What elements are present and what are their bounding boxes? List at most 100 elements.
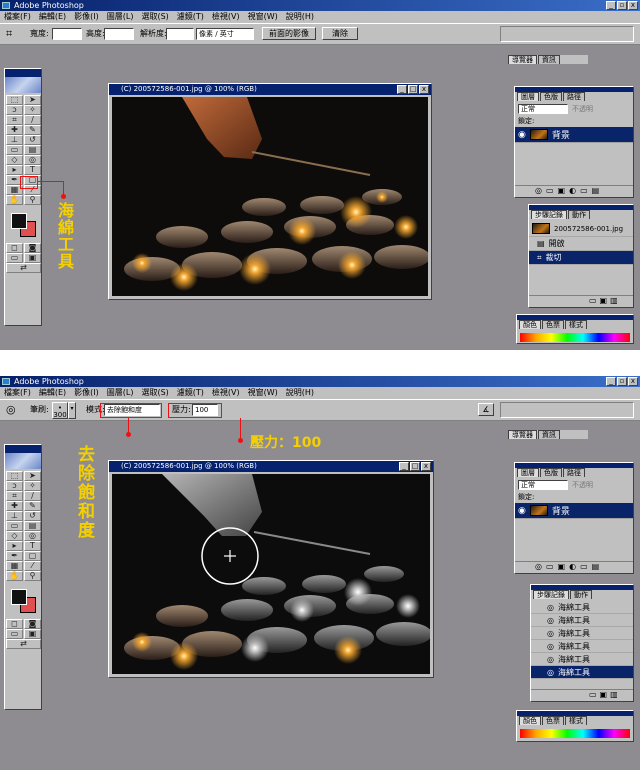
restore-button[interactable]: ▫ [617,1,627,10]
history-step[interactable]: ◎ 海綿工具 [531,627,633,640]
history-step[interactable]: ▤ 開啟 [529,237,633,251]
blend-mode-select[interactable]: 正常 [518,480,568,490]
path-select-icon[interactable]: ▸ [6,165,23,175]
doc-maximize-button[interactable]: □ [408,85,418,94]
eye-icon[interactable]: ◉ [518,130,526,140]
history-step[interactable]: ◎ 海綿工具 [531,640,633,653]
candle-photo[interactable] [112,97,428,296]
tab-history[interactable]: 步驟記錄 [533,590,569,599]
front-image-button[interactable]: 前面的影像 [262,27,316,40]
tab-actions[interactable]: 動作 [570,590,592,599]
layer-row[interactable]: ◉ 背景 [515,503,633,519]
tab-swatches[interactable]: 色票 [542,716,564,725]
slice-tool-icon[interactable]: ∕ [24,115,41,125]
stamp-tool-icon[interactable]: ⊥ [6,511,23,521]
color-ramp[interactable] [520,333,630,342]
menu-select[interactable]: 選取(S) [141,387,168,399]
history-actions-bar[interactable]: ▭▣▥ [529,295,633,307]
blur-tool-icon[interactable]: ◇ [6,155,23,165]
magic-wand-icon[interactable]: ✧ [24,105,41,115]
eraser-tool-icon[interactable]: ▭ [6,145,23,155]
menu-file[interactable]: 檔案(F) [4,387,31,399]
sponge-tool-icon[interactable]: ◎ [24,531,41,541]
tab-layers[interactable]: 圖層 [517,92,539,101]
tab-color[interactable]: 顏色 [519,716,541,725]
foreground-color[interactable] [11,589,27,605]
tab-navigator[interactable]: 導覽器 [508,55,537,64]
sponge-tool-icon[interactable]: ◎ [24,155,41,165]
brush-preset-picker[interactable]: • 300 [52,402,68,419]
menu-filter[interactable]: 濾鏡(T) [177,11,204,23]
jump-to-imageready-icon[interactable]: ⇄ [6,639,41,649]
menu-image[interactable]: 影像(I) [74,387,99,399]
quickmask-mode-icon[interactable]: ◙ [24,619,41,629]
menu-window[interactable]: 視窗(W) [248,387,278,399]
magic-wand-icon[interactable]: ✧ [24,481,41,491]
history-step[interactable]: ◎ 海綿工具 [531,653,633,666]
fullscreen-mode-icon[interactable]: ▣ [24,253,41,263]
zoom-tool-icon[interactable]: ⚲ [24,195,41,205]
fullscreen-mode-icon[interactable]: ▣ [24,629,41,639]
menu-select[interactable]: 選取(S) [141,11,168,23]
tab-channels[interactable]: 色版 [540,92,562,101]
tab-history[interactable]: 步驟記錄 [531,210,567,219]
unit-select[interactable]: 像素 / 英寸 [196,28,254,40]
quickmask-mode-icon[interactable]: ◙ [24,243,41,253]
tab-channels[interactable]: 色版 [540,468,562,477]
marquee-tool-icon[interactable]: ⬚ [6,471,23,481]
lasso-tool-icon[interactable]: ↄ [6,105,23,115]
close-button[interactable]: x [628,1,638,10]
doc-close-button[interactable]: x [421,462,431,471]
type-tool-icon[interactable]: T [24,541,41,551]
tab-styles[interactable]: 樣式 [565,716,587,725]
gradient-tool-icon[interactable]: ▤ [24,145,41,155]
doc-minimize-button[interactable]: _ [399,462,409,471]
color-ramp[interactable] [520,729,630,738]
clear-button[interactable]: 清除 [322,27,358,40]
hand-tool-icon[interactable]: ✋ [6,195,23,205]
blend-mode-select[interactable]: 正常 [518,104,568,114]
menu-layer[interactable]: 圖層(L) [107,387,134,399]
airbrush-icon[interactable]: ∡ [478,403,494,416]
eraser-tool-icon[interactable]: ▭ [6,521,23,531]
history-actions-bar[interactable]: ▭▣▥ [531,689,633,701]
doc-close-button[interactable]: x [419,85,429,94]
restore-button[interactable]: ▫ [617,377,627,386]
layer-actions-bar[interactable]: ◎▭▣◐▭▤ [515,561,633,573]
marquee-tool-icon[interactable]: ⬚ [6,95,23,105]
menu-edit[interactable]: 編輯(E) [39,387,66,399]
history-step[interactable]: ⌗ 裁切 [529,251,633,265]
color-swatches[interactable] [7,586,39,616]
history-brush-icon[interactable]: ↺ [24,511,41,521]
menu-edit[interactable]: 編輯(E) [39,11,66,23]
tab-swatches[interactable]: 色票 [542,320,564,329]
move-tool-icon[interactable]: ➤ [24,471,41,481]
gradient-tool-icon[interactable]: ▤ [24,521,41,531]
candle-photo[interactable] [112,474,430,674]
menu-help[interactable]: 說明(H) [286,387,314,399]
history-step[interactable]: ◎ 海綿工具 [531,614,633,627]
hand-tool-icon[interactable]: ✋ [6,571,23,581]
type-tool-icon[interactable]: T [24,165,41,175]
slice-tool-icon[interactable]: ∕ [24,491,41,501]
sponge-icon[interactable]: ◎ [6,404,16,416]
zoom-tool-icon[interactable]: ⚲ [24,571,41,581]
lasso-tool-icon[interactable]: ↄ [6,481,23,491]
eyedropper-icon[interactable]: ⁄ [24,561,41,571]
screen-mode-icon[interactable]: ▭ [6,629,23,639]
menu-help[interactable]: 說明(H) [286,11,314,23]
layer-row[interactable]: ◉ 背景 [515,127,633,143]
history-snapshot[interactable]: 200572586-001.jpg [529,221,633,237]
brush-dropdown-icon[interactable]: ▾ [68,402,76,419]
brush-tool-icon[interactable]: ✎ [24,125,41,135]
tab-color[interactable]: 顏色 [519,320,541,329]
menu-view[interactable]: 檢視(V) [212,11,240,23]
crop-tool-icon[interactable]: ⌗ [6,115,23,125]
screen-mode-icon[interactable]: ▭ [6,253,23,263]
tab-info[interactable]: 資訊 [538,430,560,439]
width-field[interactable] [52,28,82,40]
layer-actions-bar[interactable]: ◎▭▣◐▭▤ [515,185,633,197]
tab-actions[interactable]: 動作 [568,210,590,219]
menu-view[interactable]: 檢視(V) [212,387,240,399]
history-step[interactable]: ◎ 海綿工具 [531,666,633,679]
